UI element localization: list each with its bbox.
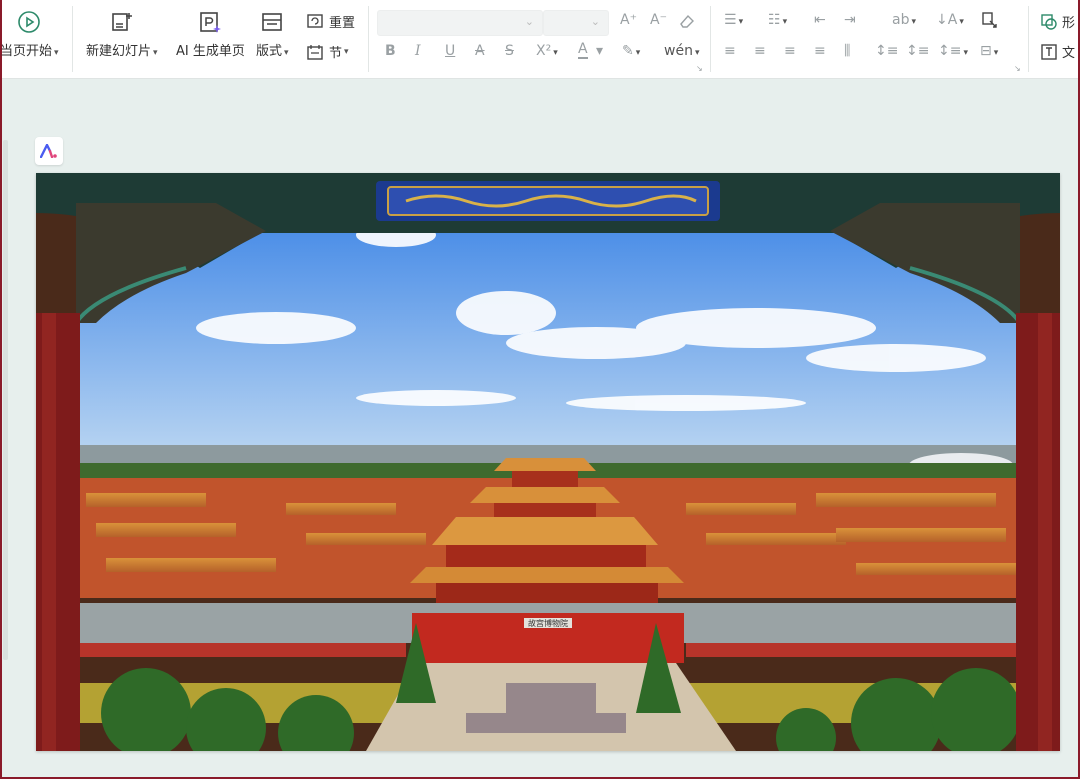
forbidden-city-picture[interactable]: 故宫博物院 [36,173,1060,751]
superscript-icon[interactable]: X² ▾ [536,43,558,59]
textbox-label: 文 [1062,46,1076,61]
line-spacing-icon[interactable]: ↕≡ [875,43,898,59]
vertical-align-icon[interactable]: ⊟ ▾ [980,43,998,59]
italic-icon[interactable]: I [415,43,421,59]
increase-indent-icon[interactable]: ⇥ [844,12,856,28]
numbered-list-icon[interactable]: ☷ ▾ [768,12,787,28]
font-color-icon[interactable]: A [578,41,588,59]
new-slide-button[interactable]: 新建幻灯片 ▾ [86,10,158,59]
paragraph-spacing-icon[interactable]: ↕≡ [906,43,929,59]
new-slide-icon [111,13,132,31]
increase-font-icon[interactable]: A⁺ [620,12,637,28]
shape-label: 形 [1062,16,1076,31]
decrease-font-icon[interactable]: A⁻ [650,12,667,28]
layout-icon [262,13,283,31]
chevron-down-icon[interactable]: ▾ [596,43,603,59]
ai-generate-page-button[interactable]: AI 生成单页 [176,10,245,59]
play-circle-icon [18,11,41,33]
strikethrough-icon[interactable]: A [475,43,485,59]
reset-label: 重置 [329,16,356,31]
clear-format-eraser-icon[interactable] [678,12,696,30]
font-dialog-launcher-icon[interactable]: ↘ [696,64,703,73]
ribbon-toolbar: 当页开始 ▾ 新建幻灯片 ▾ AI 生成单页 版式 ▾ 重置 节 ▾ ⌄ ⌄ A… [0,0,1078,79]
palace-sign-text: 故宫博物院 [528,618,568,628]
justify-icon[interactable]: ≡ [814,43,826,59]
ai-page-icon [200,12,222,33]
line-height-icon[interactable]: ↕≡ ▾ [938,43,968,59]
ai-assistant-logo-icon [40,144,57,158]
ai-assistant-button[interactable] [35,137,63,165]
sort-icon[interactable]: ↓A ▾ [936,12,964,28]
textbox-icon [1041,43,1057,60]
align-right-icon[interactable]: ≡ [784,43,796,59]
align-center-icon[interactable]: ≡ [754,43,766,59]
phonetic-guide-icon[interactable]: wén ▾ [664,43,699,59]
convert-smartart-icon[interactable] [980,11,1000,31]
ai-generate-page-label: AI 生成单页 [176,44,245,59]
decrease-indent-icon[interactable]: ⇤ [814,12,826,28]
chevron-down-icon: ⌄ [524,15,534,28]
slideshow-label: 当页开始 [0,44,53,59]
window-border-left [0,0,2,779]
shape-icon [1041,13,1057,30]
highlight-icon[interactable]: ✎ ▾ [622,43,640,59]
section-button[interactable]: 节 ▾ [306,42,349,61]
font-size-select[interactable]: ⌄ [543,10,609,36]
reset-button[interactable]: 重置 [306,12,355,31]
slide-canvas[interactable]: 故宫博物院 [36,173,1060,751]
bold-icon[interactable]: B [385,43,396,59]
double-strikethrough-icon[interactable]: S [505,43,514,59]
section-label: 节 [329,46,343,61]
thumbnail-pane-scrollbar[interactable] [3,140,8,660]
underline-icon[interactable]: U [445,43,455,59]
separator [1028,6,1029,72]
reset-icon [307,13,323,28]
chevron-down-icon: ⌄ [590,15,600,28]
slideshow-from-current-button[interactable]: 当页开始 ▾ [0,10,59,59]
shape-button[interactable]: 形 [1040,12,1075,31]
layout-button[interactable]: 版式 ▾ [256,10,289,59]
align-left-icon[interactable]: ≡ [724,43,736,59]
paragraph-dialog-launcher-icon[interactable]: ↘ [1014,64,1021,73]
layout-label: 版式 [256,44,283,59]
separator [72,6,73,72]
distribute-icon[interactable]: ⫼ [844,43,850,59]
separator [368,6,369,72]
font-name-select[interactable]: ⌄ [377,10,543,36]
new-slide-label: 新建幻灯片 [86,44,152,59]
bullet-list-icon[interactable]: ☰ ▾ [724,12,743,28]
separator [710,6,711,72]
text-direction-icon[interactable]: ab ▾ [892,12,916,28]
section-icon [307,44,323,60]
textbox-button[interactable]: 文 [1040,42,1075,61]
